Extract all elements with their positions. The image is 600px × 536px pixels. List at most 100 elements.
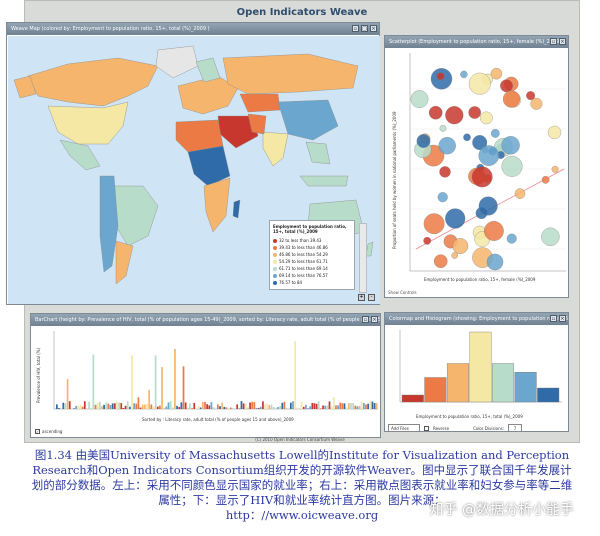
bar[interactable]: [365, 404, 367, 409]
histogram-bar[interactable]: [469, 331, 492, 403]
scatter-point[interactable]: [551, 165, 559, 173]
scatterplot[interactable]: Proportion of seats held by women in nat…: [386, 49, 569, 289]
bar[interactable]: [182, 366, 185, 409]
scatter-point[interactable]: [438, 137, 456, 155]
bar[interactable]: [146, 404, 148, 409]
bar[interactable]: [152, 406, 155, 409]
ascending-toggle[interactable]: ✓ ascending: [35, 429, 62, 434]
bar[interactable]: [174, 348, 176, 409]
bar[interactable]: [255, 407, 258, 409]
color-ramp-select[interactable]: Add Files: [388, 424, 420, 432]
bar[interactable]: [193, 402, 196, 409]
bar[interactable]: [247, 407, 249, 409]
bar[interactable]: [116, 401, 118, 409]
scatter-point[interactable]: [436, 72, 445, 81]
legend-item[interactable]: 46.86 to less than 54.29: [273, 251, 351, 258]
bar[interactable]: [225, 407, 228, 409]
histogram-bar[interactable]: [401, 394, 424, 403]
scatter-point[interactable]: [547, 125, 562, 140]
bar[interactable]: [240, 401, 243, 409]
bar[interactable]: [109, 405, 112, 409]
zoom-out-button[interactable]: -: [368, 294, 375, 301]
minimize-icon[interactable]: ▫: [550, 38, 557, 45]
histogram-bar[interactable]: [492, 363, 515, 403]
legend-scrollbar[interactable]: [359, 223, 367, 293]
scatter-point[interactable]: [471, 166, 493, 188]
bar[interactable]: [262, 401, 264, 409]
bar[interactable]: [352, 403, 354, 409]
bar-panel-header[interactable]: BarChart (height by: Prevalence of HIV, …: [31, 314, 380, 326]
bar[interactable]: [236, 404, 239, 409]
bar[interactable]: [238, 408, 241, 409]
bar[interactable]: [169, 401, 172, 409]
bar[interactable]: [358, 405, 361, 409]
bar[interactable]: [126, 401, 129, 409]
close-icon[interactable]: ×: [370, 25, 377, 32]
bar[interactable]: [332, 396, 335, 409]
bar[interactable]: [75, 405, 78, 409]
scatter-point[interactable]: [439, 124, 447, 132]
scatter-panel-header[interactable]: Scatterplot (Employment to population ra…: [385, 36, 568, 48]
scatter-point[interactable]: [541, 175, 550, 184]
scatter-point[interactable]: [484, 221, 504, 241]
scatter-point[interactable]: [541, 227, 560, 246]
bar[interactable]: [135, 403, 138, 409]
bar[interactable]: [199, 407, 202, 409]
bar[interactable]: [309, 406, 312, 409]
bar[interactable]: [356, 406, 359, 409]
bar[interactable]: [141, 404, 144, 409]
bar[interactable]: [107, 403, 110, 409]
bar[interactable]: [339, 402, 342, 409]
close-icon[interactable]: ×: [559, 315, 566, 322]
scatter-point[interactable]: [452, 238, 469, 254]
hist-panel-header[interactable]: Colormap and Histogram (showing: Employm…: [385, 313, 568, 325]
show-controls-link[interactable]: Show Controls: [388, 290, 417, 295]
bar[interactable]: [124, 405, 127, 409]
scatter-point[interactable]: [410, 90, 429, 108]
bar[interactable]: [171, 407, 174, 409]
bar[interactable]: [343, 403, 346, 409]
bar[interactable]: [371, 401, 374, 409]
bar[interactable]: [251, 401, 254, 409]
bar[interactable]: [71, 408, 73, 409]
maximize-icon[interactable]: □: [361, 25, 368, 32]
bar[interactable]: [165, 406, 168, 409]
bar[interactable]: [131, 355, 133, 409]
bar[interactable]: [268, 405, 271, 409]
bar[interactable]: [161, 367, 163, 409]
bar[interactable]: [281, 402, 284, 409]
bar[interactable]: [313, 403, 316, 409]
bar[interactable]: [369, 401, 372, 409]
bar[interactable]: [229, 407, 232, 409]
bar[interactable]: [96, 402, 99, 409]
bar[interactable]: [73, 408, 75, 409]
legend-item[interactable]: 76.57 to 84: [273, 279, 351, 286]
bar[interactable]: [326, 405, 329, 409]
bar[interactable]: [272, 406, 275, 409]
histogram[interactable]: Employment to population ratio, 15+, tot…: [386, 326, 569, 422]
bar[interactable]: [221, 402, 224, 409]
scatter-point[interactable]: [530, 97, 543, 110]
bar[interactable]: [219, 406, 221, 409]
histogram-panel[interactable]: Colormap and Histogram (showing: Employm…: [384, 312, 569, 432]
bar[interactable]: [81, 406, 84, 409]
checkbox-icon[interactable]: ✓: [35, 429, 40, 434]
minimize-icon[interactable]: ▫: [362, 316, 369, 323]
bar[interactable]: [217, 404, 219, 409]
bar[interactable]: [180, 402, 183, 409]
bar[interactable]: [292, 401, 294, 409]
bar[interactable]: [139, 407, 142, 409]
bar[interactable]: [277, 407, 279, 409]
scatter-point[interactable]: [445, 208, 466, 229]
reverse-checkbox[interactable]: [424, 425, 429, 431]
bar[interactable]: [137, 397, 140, 409]
bar[interactable]: [307, 408, 309, 409]
map-panel[interactable]: Weave Map (colored by: Employment to pop…: [6, 22, 380, 305]
bar[interactable]: [375, 403, 378, 409]
bar[interactable]: [204, 401, 206, 409]
bar[interactable]: [289, 402, 292, 409]
bar[interactable]: [178, 407, 181, 409]
bar[interactable]: [56, 404, 58, 409]
bar[interactable]: [167, 402, 170, 409]
bar[interactable]: [257, 407, 260, 409]
